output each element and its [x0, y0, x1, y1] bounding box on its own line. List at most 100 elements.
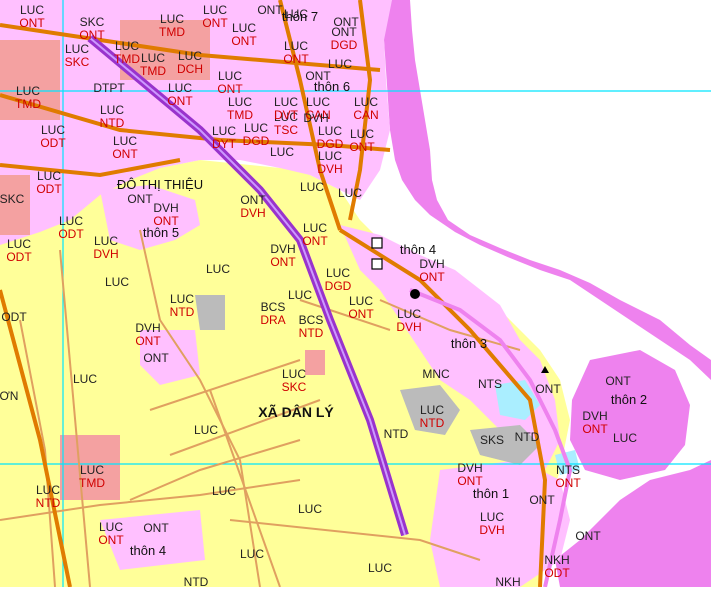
parcel-label: LUC ONT [19, 3, 45, 30]
parcel-label: LUC ONT [167, 81, 193, 108]
parcel-label: LUC TMD [140, 51, 166, 78]
hamlet-name: thôn 7 [281, 9, 319, 24]
parcel-code: ODT [1, 310, 27, 324]
parcel-code: DTPT [93, 81, 125, 95]
parcel-label: LUC TMD [227, 95, 253, 122]
parcel-label: LUC TMD [159, 12, 185, 39]
public-land-3 [195, 295, 225, 330]
parcel-label: LUC DVH [479, 510, 505, 537]
parcel-label: ONT DVH [240, 193, 266, 220]
parcel-label: SKC ONT [79, 15, 105, 42]
parcel-code: LUC [104, 275, 130, 289]
parcel-code: ONT [127, 192, 153, 206]
parcel-code: ONT [575, 529, 601, 543]
parcel-code: MNC [422, 367, 450, 381]
parcel-label: ONT DGD [330, 25, 358, 52]
parcel-label: LUC NTD [419, 403, 445, 430]
parcel-code: ONT [605, 374, 631, 388]
parcel-label: LUC NTD [99, 103, 125, 130]
parcel-label: LUC ONT [231, 21, 257, 48]
parcel-label: LUC DGD [316, 124, 344, 151]
parcel-label: DVH ONT [582, 409, 608, 436]
parcel-label: LUC ONT [349, 127, 375, 154]
parcel-label: LUC NTD [169, 292, 195, 319]
parcel-label: DVH ONT [135, 321, 161, 348]
parcel-label: LUC DVH [396, 307, 422, 334]
parcel-label: DVH ONT [419, 257, 445, 284]
parcel-code: LUC [211, 484, 237, 498]
parcel-code: ONT [257, 3, 283, 17]
parcel-label: LUC ONT [217, 69, 243, 96]
hamlet-name: thôn 3 [450, 336, 488, 351]
point-marker [410, 289, 420, 299]
parcel-code: ONT [143, 351, 169, 365]
parcel-code: LUC [299, 180, 325, 194]
parcel-label: DVH ONT [457, 461, 483, 488]
parcel-label: BCS DRA [260, 300, 286, 327]
parcel-label: LUC DCH [177, 49, 203, 76]
parcel-label: LUC DGD [324, 266, 352, 293]
parcel-label: LUC TMD [114, 39, 140, 66]
hamlet-name: thôn 1 [472, 486, 510, 501]
parcel-code: LUC [193, 423, 219, 437]
hamlet-name: thôn 5 [142, 225, 180, 240]
parcel-code: LUC [72, 372, 98, 386]
parcel-code: NTD [514, 430, 540, 444]
parcel-code: ONT [143, 521, 169, 535]
parcel-label: LUC ONT [283, 39, 309, 66]
parcel-label: LUC ONT [348, 294, 374, 321]
parcel-label: LUC ODT [58, 214, 84, 241]
parcel-code: SKS [479, 433, 505, 447]
parcel-code: ONT [529, 493, 555, 507]
parcel-label: LUC CAN [353, 95, 379, 122]
town-name: ĐÔ THỊ THIỆU [116, 177, 204, 192]
parcel-label: LUC NTD [35, 483, 61, 510]
parcel-code: ONT [333, 15, 359, 29]
parcel-code: DVH [303, 111, 329, 125]
parcel-label: LUC DGD [242, 121, 270, 148]
parcel-label: BCS NTD [298, 313, 324, 340]
parcel-label: LUC DVT [273, 95, 299, 122]
parcel-code: NTD [383, 427, 409, 441]
parcel-code: LUC [205, 262, 231, 276]
parcel-label: LUC DVH [93, 234, 119, 261]
parcel-label: LUC TMD [15, 84, 41, 111]
parcel-code: NTD [183, 575, 209, 589]
parcel-label: LUC SKC [281, 367, 307, 394]
parcel-label: LUC ONT [98, 520, 124, 547]
parcel-label: LUC ODT [6, 237, 32, 264]
parcel-code: LUC [239, 547, 265, 561]
building-icon-1 [371, 237, 383, 249]
hamlet-name: thôn 4 [399, 242, 437, 257]
hamlet-name: thôn 6 [313, 79, 351, 94]
parcel-code: LUC [337, 186, 363, 200]
parcel-code: LUC [269, 145, 295, 159]
parcel-code: NKH [495, 575, 521, 589]
parcel-code: NTS [478, 377, 502, 391]
parcel-label: DVH ONT [270, 242, 296, 269]
hamlet-name: thôn 4 [129, 543, 167, 558]
parcel-label: LUC ONT [202, 3, 228, 30]
parcel-code: LUC [612, 431, 638, 445]
hamlet-name: thôn 2 [610, 392, 648, 407]
parcel-label: NKH ODT [544, 553, 570, 580]
parcel-code: LUC [297, 502, 323, 516]
parcel-code: LUC [367, 561, 393, 575]
parcel-label: LUC DYT [211, 124, 237, 151]
parcel-code: ƠN [0, 389, 19, 403]
parcel-label: LUC ODT [40, 123, 66, 150]
parcel-label: LUC TMD [79, 463, 105, 490]
cemetery-small [305, 350, 325, 375]
parcel-code: LUC [287, 288, 313, 302]
parcel-code: ONT [535, 382, 561, 396]
parcel-label: LUC ONT [112, 134, 138, 161]
parcel-label: LUC ODT [36, 169, 62, 196]
building-icon-2 [371, 258, 383, 270]
parcel-label: LUC DVH [317, 149, 343, 176]
parcel-code: LUC [327, 57, 353, 71]
parcel-code: SKC [0, 192, 25, 206]
parcel-label: LUC ONT [302, 221, 328, 248]
parcel-label: NTS ONT [555, 463, 581, 490]
commune-name: XÃ DÂN LÝ [258, 404, 334, 420]
parcel-label: LUC SKC [64, 42, 90, 69]
